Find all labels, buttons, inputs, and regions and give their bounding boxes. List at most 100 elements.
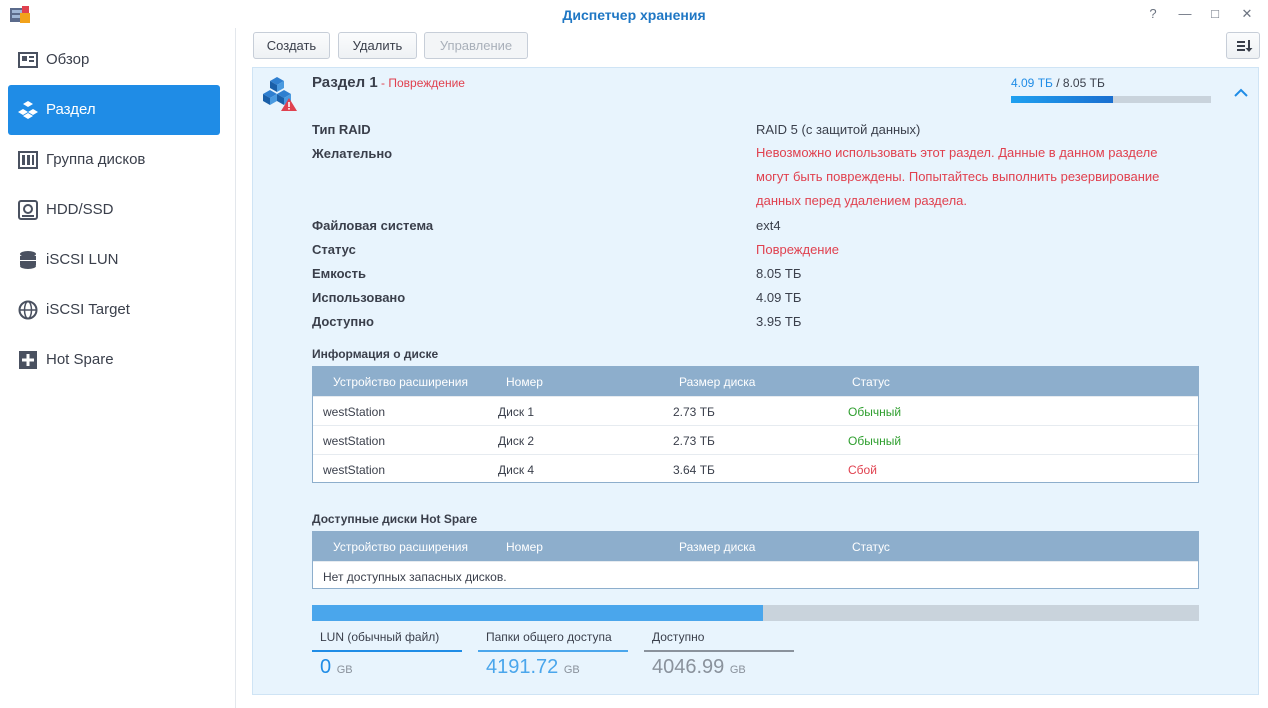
cell-size: 3.64 ТБ [673,463,715,477]
legend-value-wrap: 4046.99 GB [644,656,794,679]
legend-line [312,650,462,652]
column-header-size[interactable]: Размер диска [679,375,755,389]
legend-lun: LUN (обычный файл) 0 GB [312,630,462,679]
volume-usage-bar [1011,96,1211,103]
detail-label-recommendation: Желательно [312,146,393,161]
sidebar-item-disk-group[interactable]: Группа дисков [8,135,220,185]
title-bar: Диспетчер хранения ? — □ ✕ [0,0,1268,28]
window-title: Диспетчер хранения [562,7,706,23]
table-header: Устройство расширения Номер Размер диска… [313,367,1198,396]
usage-slash: / [1052,76,1063,90]
sidebar-item-iscsi-lun[interactable]: iSCSI LUN [8,235,220,285]
plus-box-icon [19,351,37,369]
cell-status: Сбой [848,463,877,477]
sidebar-item-hot-spare[interactable]: Hot Spare [8,335,220,385]
cell-size: 2.73 ТБ [673,405,715,419]
minimize-button[interactable]: — [1175,4,1195,24]
sort-button[interactable] [1226,32,1260,59]
legend-label: Папки общего доступа [486,630,612,644]
cell-number: Диск 4 [498,463,535,477]
column-header-number[interactable]: Номер [506,375,543,389]
detail-value-status: Повреждение [756,242,839,257]
table-row[interactable]: westStation Диск 1 2.73 ТБ Обычный [313,396,1198,425]
database-icon [20,251,36,269]
cell-number: Диск 1 [498,405,535,419]
legend-unit: GB [336,664,353,676]
legend-label: Доступно [652,630,705,644]
cell-device: westStation [323,434,386,448]
legend-value-wrap: 0 GB [312,656,462,679]
column-header-status[interactable]: Статус [852,375,890,389]
column-header-device[interactable]: Устройство расширения [333,375,468,389]
delete-button[interactable]: Удалить [338,32,417,59]
column-header-device[interactable]: Устройство расширения [333,540,468,554]
close-button[interactable]: ✕ [1237,4,1257,24]
collapse-chevron-icon[interactable] [1232,84,1250,102]
column-header-status[interactable]: Статус [852,540,890,554]
sidebar-item-volume[interactable]: Раздел [8,85,220,135]
cell-size: 2.73 ТБ [673,434,715,448]
detail-value-available: 3.95 ТБ [756,314,802,329]
detail-value-used: 4.09 ТБ [756,290,802,305]
detail-label-capacity: Емкость [312,266,366,281]
table-row[interactable]: westStation Диск 2 2.73 ТБ Обычный [313,425,1198,454]
volume-used: 4.09 ТБ [1011,76,1053,90]
detail-value-raid-type: RAID 5 (с защитой данных) [756,122,921,137]
legend-line [644,650,794,652]
hot-spare-title: Доступные диски Hot Spare [312,512,478,526]
table-row[interactable]: westStation Диск 4 3.64 ТБ Сбой [313,454,1198,483]
empty-message: Нет доступных запасных дисков. [323,570,507,584]
detail-value-recommendation: Невозможно использовать этот раздел. Дан… [756,145,1160,208]
hot-spare-table: Устройство расширения Номер Размер диска… [312,531,1199,589]
sidebar-item-label: HDD/SSD [46,201,114,218]
sidebar-item-label: Hot Spare [46,351,114,368]
empty-row: Нет доступных запасных дисков. [313,561,1198,590]
sidebar-item-label: Раздел [46,101,96,118]
disk-info-title: Информация о диске [312,347,439,361]
cell-status: Обычный [848,434,902,448]
disk-group-icon [18,151,38,169]
detail-label-status: Статус [312,242,356,257]
legend-available: Доступно 4046.99 GB [644,630,794,679]
create-button[interactable]: Создать [253,32,330,59]
column-header-number[interactable]: Номер [506,540,543,554]
volume-title: Раздел 1 - Повреждение [312,74,465,91]
volume-state-separator: - [377,76,389,90]
capacity-bar-fill [312,605,763,621]
legend-shared-folders: Папки общего доступа 4191.72 GB [478,630,628,679]
sort-icon [1237,40,1253,52]
legend-line [478,650,628,652]
sidebar-item-hdd-ssd[interactable]: HDD/SSD [8,185,220,235]
sidebar-item-label: iSCSI Target [46,301,130,318]
detail-value-capacity: 8.05 ТБ [756,266,802,281]
legend-label: LUN (обычный файл) [320,630,440,644]
overview-icon [18,52,38,68]
detail-label-used: Использовано [312,290,406,305]
volume-name: Раздел 1 [312,74,378,91]
volume-usage-text: 4.09 ТБ / 8.05 ТБ [1011,76,1105,90]
sidebar: Обзор Раздел Группа дисков HDD/SSD iSCSI… [0,28,236,708]
legend-value: 4191.72 [486,656,559,678]
cell-device: westStation [323,405,386,419]
legend-value-wrap: 4191.72 GB [478,656,628,679]
sidebar-item-overview[interactable]: Обзор [8,35,220,85]
detail-label-raid-type: Тип RAID [312,122,371,137]
maximize-button[interactable]: □ [1205,4,1225,24]
globe-icon [18,300,38,320]
legend-unit: GB [563,664,580,676]
legend-value: 4046.99 [652,656,725,678]
legend-value: 0 [320,656,332,678]
table-header: Устройство расширения Номер Размер диска… [313,532,1198,561]
sidebar-item-iscsi-target[interactable]: iSCSI Target [8,285,220,335]
volume-total: 8.05 ТБ [1062,76,1105,90]
cell-device: westStation [323,463,386,477]
cell-status: Обычный [848,405,902,419]
capacity-bar [312,605,1199,621]
manage-button[interactable]: Управление [424,32,528,59]
cell-number: Диск 2 [498,434,535,448]
volume-usage-bar-fill [1011,96,1113,103]
sidebar-item-label: Группа дисков [46,151,146,168]
column-header-size[interactable]: Размер диска [679,540,755,554]
volume-state: Повреждение [388,76,465,90]
help-button[interactable]: ? [1143,4,1163,24]
